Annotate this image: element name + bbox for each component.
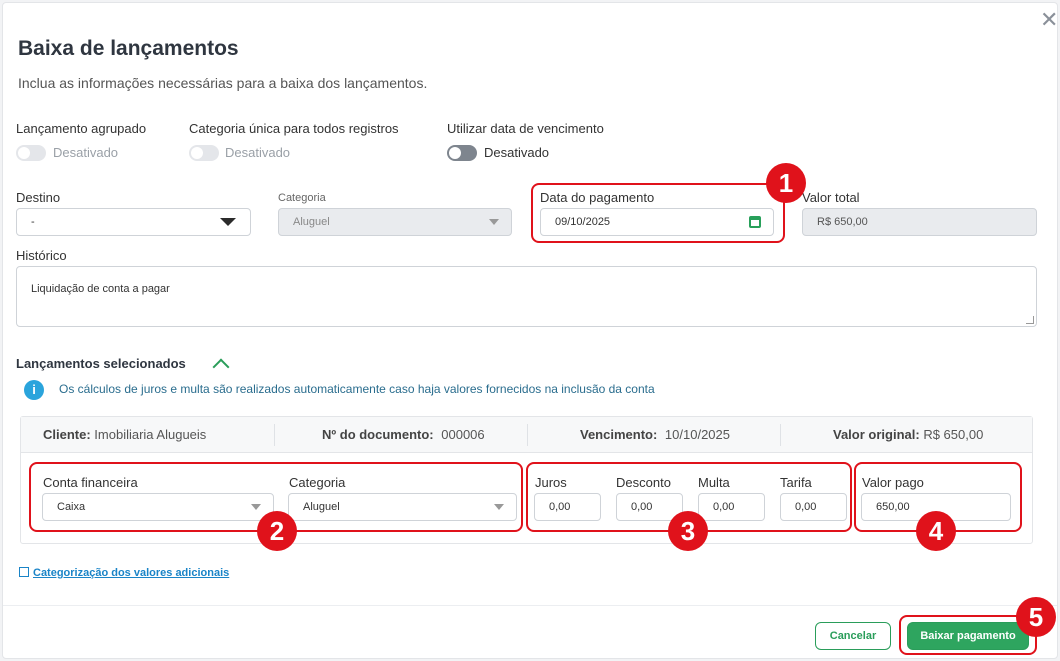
annotation-badge-4: 4: [916, 511, 956, 551]
valor-total-value: R$ 650,00: [817, 216, 868, 228]
historico-textarea[interactable]: Liquidação de conta a pagar: [16, 266, 1037, 327]
annotation-badge-5: 5: [1016, 597, 1056, 637]
categoria-select: Aluguel: [278, 208, 512, 236]
categoria-value: Aluguel: [293, 216, 330, 228]
section-title: Lançamentos selecionados: [16, 356, 186, 371]
valor-total-label: Valor total: [802, 190, 860, 205]
annotation-badge-1: 1: [766, 163, 806, 203]
toggle-state-agrupado: Desativado: [53, 145, 119, 160]
external-link-icon: [19, 567, 29, 577]
toggle-state-categoria-unica: Desativado: [225, 145, 291, 160]
table-header: Cliente: Imobiliaria Alugueis Nº do docu…: [21, 417, 1032, 453]
vencimento-label: Vencimento:: [580, 427, 658, 442]
vencimento-value: 10/10/2025: [664, 427, 730, 442]
historico-value: Liquidação de conta a pagar: [31, 283, 170, 295]
categorizacao-link-text: Categorização dos valores adicionais: [33, 567, 230, 579]
toggle-label-data-vencimento: Utilizar data de vencimento: [447, 121, 604, 136]
resize-handle-icon[interactable]: [1026, 316, 1034, 324]
cliente-cell: Cliente: Imobiliaria Alugueis: [43, 417, 206, 453]
destino-label: Destino: [16, 190, 61, 205]
toggle-data-vencimento[interactable]: [447, 145, 477, 161]
valor-original-cell: Valor original: R$ 650,00: [833, 417, 983, 453]
documento-value: 000006: [441, 427, 485, 442]
valor-original-value: R$ 650,00: [923, 427, 984, 442]
page-title: Baixa de lançamentos: [18, 37, 239, 60]
annotation-badge-2: 2: [257, 511, 297, 551]
info-icon: i: [24, 380, 44, 400]
cancel-button[interactable]: Cancelar: [815, 622, 891, 650]
valor-total-field: R$ 650,00: [802, 208, 1037, 236]
page-subtitle: Inclua as informações necessárias para a…: [18, 75, 428, 91]
close-icon[interactable]: ✕: [1040, 9, 1058, 31]
destino-select[interactable]: -: [16, 208, 251, 236]
valor-original-label: Valor original:: [833, 427, 920, 442]
documento-label: Nº do documento:: [322, 427, 434, 442]
toggle-categoria-unica[interactable]: [189, 145, 219, 161]
annotation-box-1: [531, 183, 785, 243]
vencimento-cell: Vencimento: 10/10/2025: [580, 417, 730, 453]
toggle-state-data-vencimento: Desativado: [484, 145, 550, 160]
chevron-down-icon: [220, 218, 236, 226]
categorizacao-link[interactable]: Categorização dos valores adicionais: [19, 567, 229, 579]
historico-label: Histórico: [16, 248, 67, 263]
modal-dialog: ✕ Baixa de lançamentos Inclua as informa…: [2, 2, 1058, 659]
chevron-down-icon: [489, 219, 499, 225]
categoria-label: Categoria: [278, 192, 326, 204]
toggle-label-categoria-unica: Categoria única para todos registros: [189, 121, 399, 136]
cliente-label: Cliente:: [43, 427, 91, 442]
cliente-value: Imobiliaria Alugueis: [94, 427, 207, 442]
info-message: Os cálculos de juros e multa são realiza…: [59, 382, 655, 396]
chevron-up-icon[interactable]: [212, 358, 230, 376]
toggle-label-agrupado: Lançamento agrupado: [16, 121, 147, 136]
toggle-agrupado[interactable]: [16, 145, 46, 161]
annotation-badge-3: 3: [668, 511, 708, 551]
documento-cell: Nº do documento: 000006: [322, 417, 485, 453]
destino-value: -: [31, 216, 35, 228]
